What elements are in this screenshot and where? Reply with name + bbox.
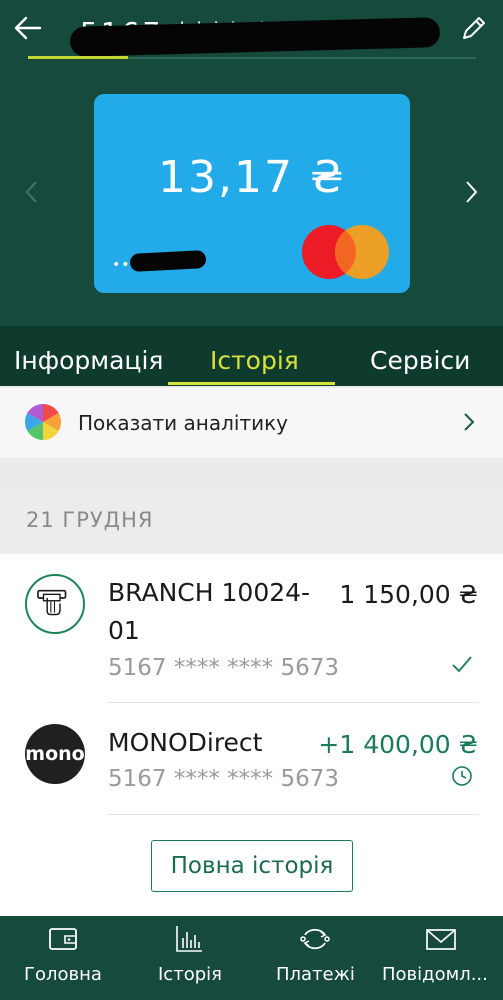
tab-info[interactable]: Інформація — [14, 346, 163, 375]
nav-item-history[interactable]: Історія — [126, 916, 252, 1000]
transaction-card-number: 5167 **** **** 5673 — [108, 766, 339, 792]
edit-pencil-icon[interactable] — [458, 14, 488, 44]
active-tab-indicator — [168, 382, 335, 385]
transaction-amount: 1 150,00 ₴ — [339, 580, 478, 609]
check-icon — [452, 656, 472, 673]
chart-icon — [176, 926, 202, 952]
transfer-icon — [300, 928, 330, 950]
redaction-mark — [129, 250, 207, 272]
date-section-header: 21 ГРУДНЯ — [0, 486, 503, 554]
chevron-left-icon[interactable] — [22, 178, 42, 206]
clock-icon — [452, 766, 472, 786]
card-balance: 13,17 ₴ — [157, 152, 346, 203]
date-label: 21 ГРУДНЯ — [26, 508, 154, 532]
title-underline-accent — [28, 56, 128, 59]
show-analytics-row[interactable]: Показати аналітику — [0, 388, 503, 458]
tab-services[interactable]: Сервіси — [370, 346, 470, 375]
color-wheel-icon — [25, 404, 61, 440]
transaction-amount: +1 400,00 ₴ — [318, 730, 478, 759]
show-analytics-label: Показати аналітику — [78, 411, 288, 435]
bottom-navigation: Головна Історія Платежі Повідомл... — [0, 916, 503, 1000]
nav-item-payments[interactable]: Платежі — [252, 916, 378, 1000]
mail-icon — [426, 929, 456, 950]
mastercard-logo-icon — [302, 225, 389, 279]
nav-label-home: Головна — [24, 964, 102, 985]
nav-label-payments: Платежі — [276, 964, 355, 985]
nav-label-messages: Повідомл... — [382, 964, 488, 985]
atm-withdrawal-icon — [25, 574, 85, 634]
nav-item-messages[interactable]: Повідомл... — [378, 916, 503, 1000]
divider — [108, 702, 478, 703]
nav-label-history: Історія — [158, 964, 222, 985]
chevron-right-icon — [464, 413, 475, 431]
chevron-right-icon[interactable] — [461, 178, 481, 206]
bank-card[interactable]: 13,17 ₴ •••• — [94, 94, 410, 293]
tab-history[interactable]: Історія — [210, 346, 299, 375]
transaction-name: MONODirect — [108, 728, 263, 757]
transaction-name-continued: 01 — [108, 616, 140, 645]
transaction-card-number: 5167 **** **** 5673 — [108, 655, 339, 681]
back-arrow-icon[interactable] — [12, 12, 44, 44]
transaction-name: BRANCH 10024- — [108, 578, 311, 607]
wallet-icon — [49, 928, 77, 950]
monobank-logo-icon: mono — [25, 724, 85, 784]
card-header: 5167 **** **** 5673 13,17 ₴ •••• — [0, 0, 503, 326]
divider — [108, 814, 478, 815]
tabs-bar: Інформація Історія Сервіси — [0, 326, 503, 386]
nav-item-home[interactable]: Головна — [0, 916, 126, 1000]
transaction-list: BRANCH 10024- 01 1 150,00 ₴ 5167 **** **… — [0, 554, 503, 916]
full-history-button[interactable]: Повна історія — [151, 840, 353, 892]
